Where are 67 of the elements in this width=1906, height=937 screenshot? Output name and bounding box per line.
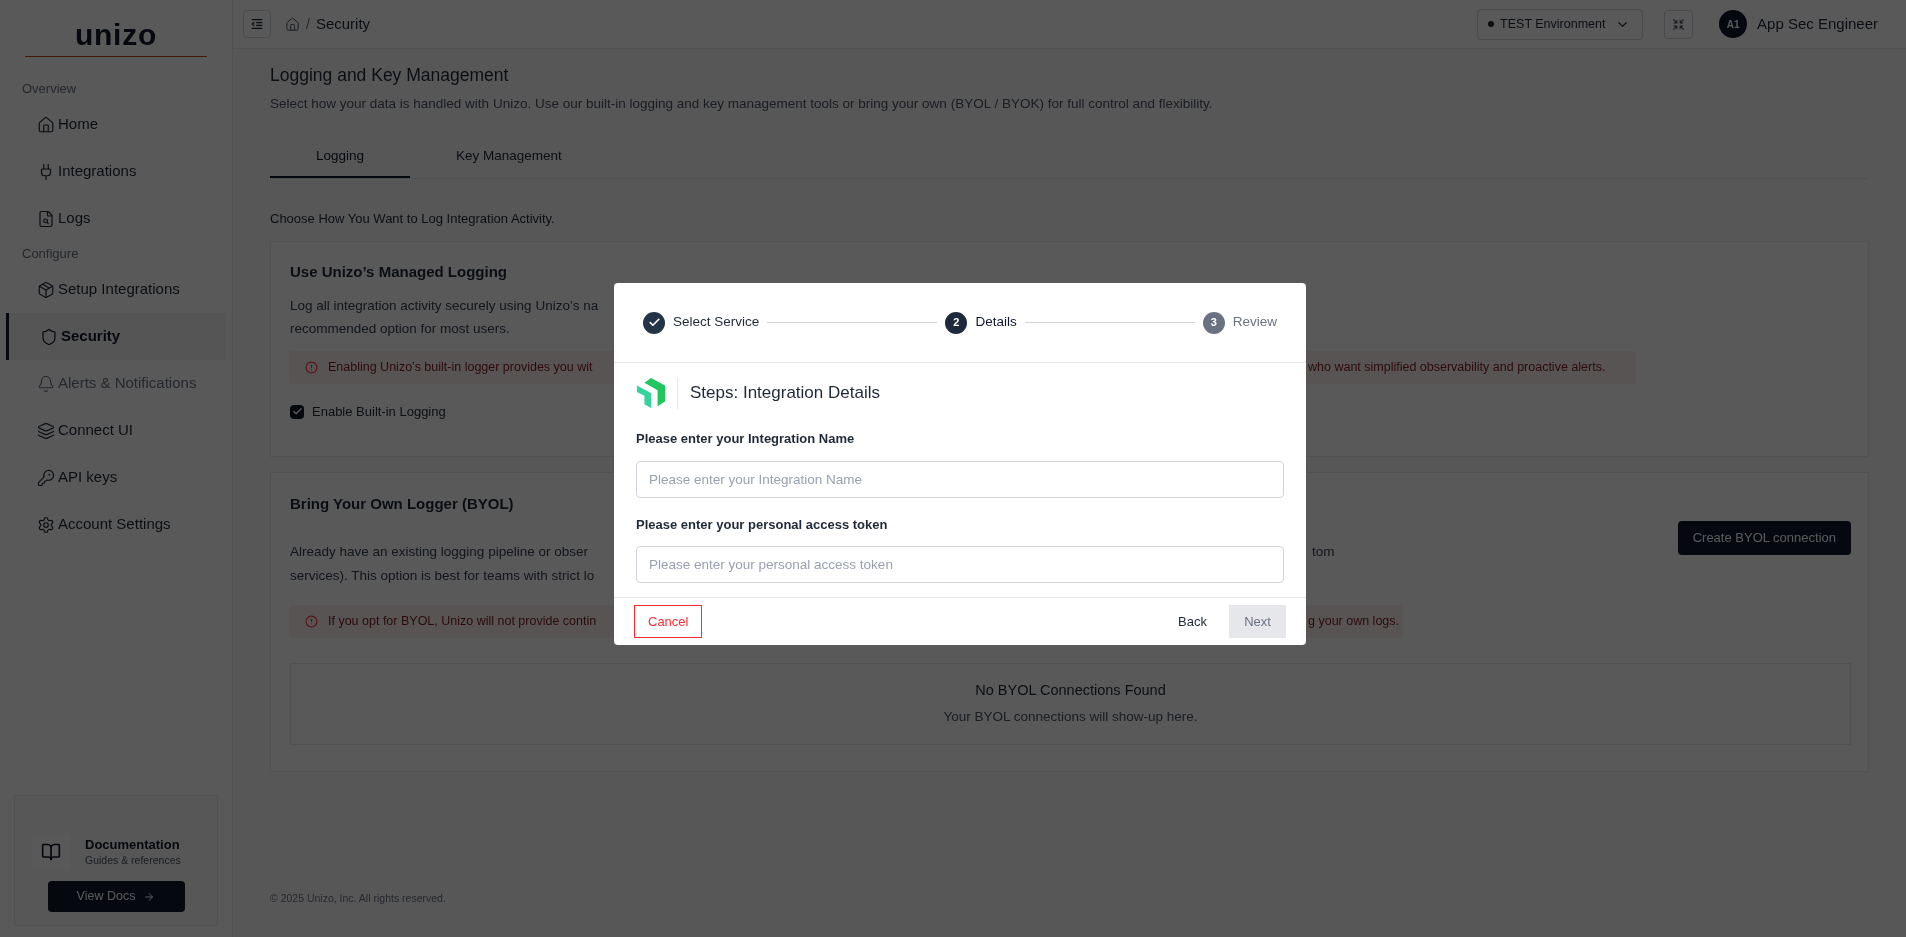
empty-state-title: No BYOL Connections Found <box>975 680 1166 700</box>
user-name: App Sec Engineer <box>1757 13 1878 34</box>
description-text: tom <box>1312 543 1335 561</box>
alert-icon <box>305 614 318 628</box>
card-title: Use Unizo’s Managed Logging <box>290 262 508 282</box>
sidebar-item[interactable]: Account Settings <box>6 501 226 548</box>
sidebar-toggle-button[interactable] <box>243 10 271 38</box>
avatar[interactable]: A1 <box>1719 10 1748 38</box>
checkbox[interactable] <box>290 404 304 419</box>
alert-text: Enabling Unizo’s built-in logger provides you wit <box>328 360 593 375</box>
environment-selector[interactable]: TEST Environment <box>1477 8 1644 40</box>
input-field[interactable]: Please enter your Integration Name <box>636 460 1284 498</box>
fullscreen-button[interactable] <box>1664 9 1694 39</box>
alert-text: If you opt for BYOL, Unizo will not provide contin <box>328 613 597 628</box>
step-number: 2 <box>945 311 968 334</box>
page-subtitle: Select how your data is handled with Unizo. Use our built-in logging and key management tools or bring your own (BYOL / BYOK) for full control and flexibility. <box>270 95 1214 114</box>
sidebar-item[interactable]: API keys <box>6 454 226 501</box>
step-label: Select Service <box>673 313 760 332</box>
section-prompt: Choose How You Want to Log Integration Activity. <box>270 209 556 228</box>
sidebar-item[interactable]: Setup Integrations <box>6 266 226 313</box>
documentation-subtitle: Guides & references <box>85 853 181 867</box>
create-byol-button[interactable]: Create BYOL connection <box>1677 521 1851 555</box>
input-field[interactable]: Please enter your personal access token <box>636 546 1284 583</box>
logo: unizo <box>74 20 158 50</box>
view-docs-button[interactable]: View Docs <box>47 881 185 912</box>
logo-icon <box>636 377 666 409</box>
documentation-title: Documentation <box>85 837 181 854</box>
settings-icon <box>37 515 55 534</box>
package-icon <box>37 280 55 299</box>
step-label: Details <box>975 313 1017 332</box>
breadcrumb-separator: / <box>306 14 310 34</box>
alert-icon <box>305 361 318 374</box>
alert-text: who want simplified observability and proactive alerts. <box>1308 359 1607 377</box>
tab[interactable]: Logging <box>270 136 411 178</box>
sidebar-item[interactable]: Home <box>6 101 226 148</box>
description-text: recommended option for most users. <box>290 320 510 336</box>
step-number: 3 <box>1202 311 1225 334</box>
dialog-heading: Steps: Integration Details <box>690 382 880 405</box>
sidebar-item[interactable]: Integrations <box>6 148 226 195</box>
tab[interactable]: Key Management <box>410 136 608 178</box>
step-label: Review <box>1232 313 1277 332</box>
empty-state-text: Your BYOL connections will show-up here. <box>943 708 1198 727</box>
alert-text: g your own logs. <box>1308 612 1401 630</box>
description-text: Already have an existing logging pipeline or obser <box>290 544 588 559</box>
description-text: Log all integration activity securely using Unizo’s na <box>290 297 599 313</box>
cancel-button[interactable]: Cancel <box>634 605 703 638</box>
sidebar-item[interactable]: Connect UI <box>6 407 226 454</box>
card-title: Bring Your Own Logger (BYOL) <box>290 494 515 514</box>
file-search-icon <box>37 209 55 228</box>
sidebar-item[interactable]: Security <box>6 313 226 360</box>
sidebar-item[interactable]: Logs <box>6 195 226 242</box>
page-title: Logging and Key Management <box>270 64 510 87</box>
field-label: Please enter your Integration Name <box>636 430 856 448</box>
arrow-icon <box>143 890 156 903</box>
breadcrumb-current: Security <box>315 13 371 34</box>
back-button[interactable]: Back <box>1164 605 1221 638</box>
description-text: services). This option is best for teams with strict lo <box>290 568 595 584</box>
home-icon[interactable] <box>285 16 300 32</box>
menu-icon <box>250 17 264 31</box>
home-icon <box>37 115 55 134</box>
shrink-icon <box>1672 17 1686 31</box>
shield-icon <box>40 327 58 346</box>
layers-icon <box>37 421 55 440</box>
checkbox-label: Enable Built-in Logging <box>312 403 446 421</box>
bell-icon <box>37 374 55 393</box>
key-icon <box>37 468 55 487</box>
field-label: Please enter your personal access token <box>636 515 889 534</box>
